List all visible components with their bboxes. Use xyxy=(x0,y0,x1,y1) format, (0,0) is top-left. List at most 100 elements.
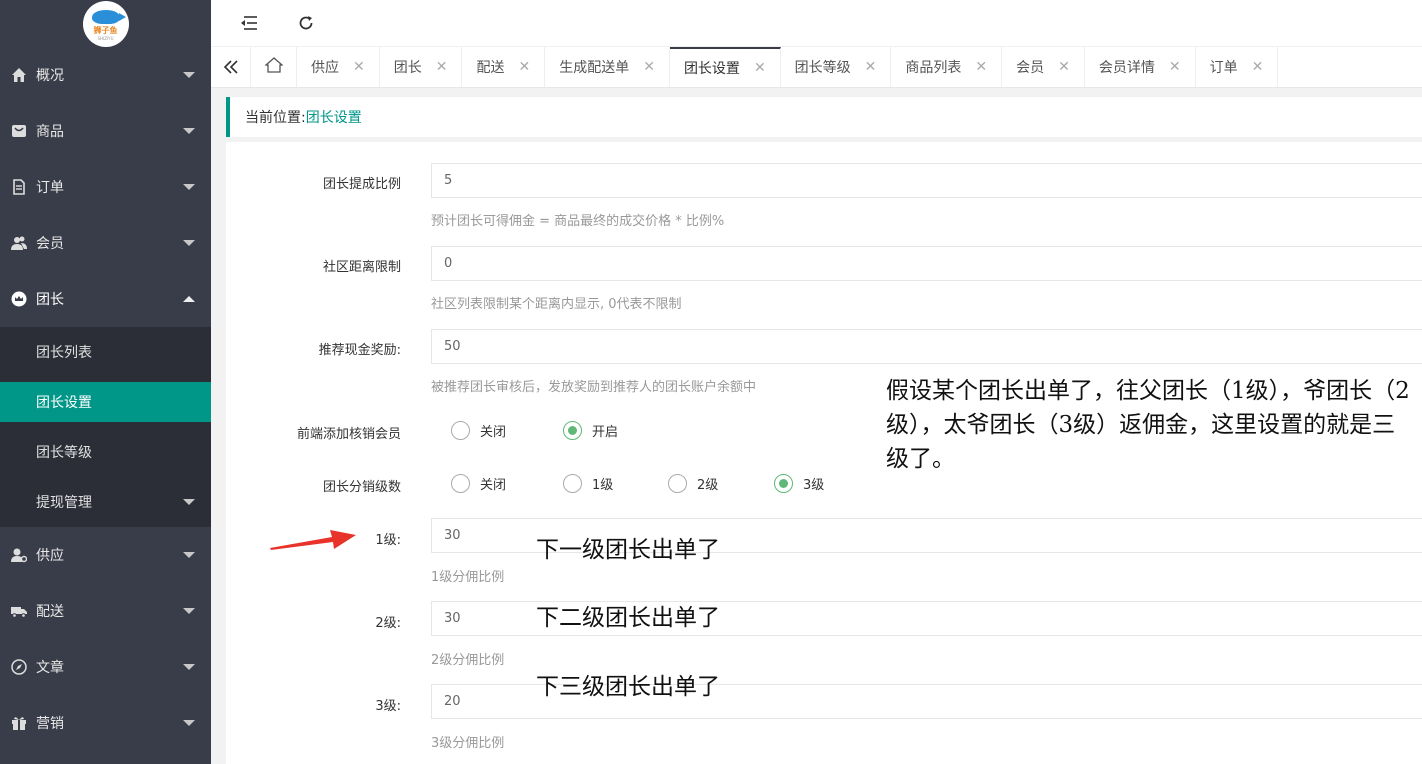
compass-icon xyxy=(10,658,28,676)
refresh-icon[interactable] xyxy=(295,12,317,34)
tab-leader-settings[interactable]: 团长设置 ✕ xyxy=(669,47,781,87)
chevron-down-icon xyxy=(183,664,195,670)
close-icon[interactable]: ✕ xyxy=(865,59,877,75)
close-icon[interactable]: ✕ xyxy=(1252,59,1264,75)
commission-rate-help: 预计团长可得佣金 = 商品最终的成交价格 * 比例% xyxy=(431,214,725,229)
sidebar-item-label: 配送 xyxy=(36,604,64,620)
close-icon[interactable]: ✕ xyxy=(436,59,448,75)
tab-orders[interactable]: 订单 ✕ xyxy=(1196,47,1279,87)
sidebar-item-goods[interactable]: 商品 xyxy=(0,103,211,159)
tab-members[interactable]: 会员 ✕ xyxy=(1002,47,1085,87)
distribution-levels-radio-3[interactable]: 3级 xyxy=(774,474,824,493)
sidebar-item-leader[interactable]: 团长 xyxy=(0,271,211,327)
close-icon[interactable]: ✕ xyxy=(1058,59,1070,75)
tab-delivery[interactable]: 配送 ✕ xyxy=(462,47,546,87)
tab-leader-levels[interactable]: 团长等级 ✕ xyxy=(781,47,892,87)
sidebar-subitem-label: 团长设置 xyxy=(36,395,92,411)
logo[interactable]: 狮子鱼 SHIZIYU xyxy=(82,0,129,47)
logo-area: 狮子鱼 SHIZIYU xyxy=(0,0,211,47)
breadcrumb-current[interactable]: 团长设置 xyxy=(306,107,362,127)
home-outline-icon xyxy=(263,57,284,77)
sidebar-item-label: 团长 xyxy=(36,292,64,308)
logo-sub: SHIZIYU xyxy=(97,36,114,41)
distribution-levels-radio-off[interactable]: 关闭 xyxy=(451,474,506,493)
annotation-main: 假设某个团长出单了，往父团长（1级），爷团长（2级），太爷团长（3级）返佣金，这… xyxy=(886,378,1410,472)
radio-circle xyxy=(451,474,470,493)
distance-limit-label: 社区距离限制 xyxy=(322,260,401,275)
referral-reward-input[interactable]: 50 xyxy=(431,329,1422,364)
sidebar-item-supply[interactable]: 供应 xyxy=(0,527,211,583)
tab-label: 团长设置 xyxy=(683,61,740,77)
chevron-down-icon xyxy=(183,608,195,614)
tab-label: 会员详情 xyxy=(1098,60,1155,76)
level2-label: 2级: xyxy=(375,616,401,631)
shopping-bag-icon xyxy=(10,122,28,140)
tab-goods-list[interactable]: 商品列表 ✕ xyxy=(891,47,1003,87)
close-icon[interactable]: ✕ xyxy=(353,59,365,75)
tab-label: 商品列表 xyxy=(905,60,962,76)
sidebar-subitem-leader-settings[interactable]: 团长设置 xyxy=(0,382,211,422)
sidebar-subitem-label: 团长等级 xyxy=(36,445,92,461)
collapse-menu-icon[interactable] xyxy=(238,12,260,34)
sidebar-item-label: 供应 xyxy=(36,548,64,564)
sidebar-item-label: 会员 xyxy=(36,236,64,252)
tab-supply[interactable]: 供应 ✕ xyxy=(297,47,380,87)
tab-label: 会员 xyxy=(1016,60,1045,76)
tab-label: 生成配送单 xyxy=(559,60,630,76)
fish-logo-icon xyxy=(91,10,126,24)
tab-create-delivery-order[interactable]: 生成配送单 ✕ xyxy=(545,47,670,87)
tab-scroll-left-button[interactable] xyxy=(211,47,251,87)
close-icon[interactable]: ✕ xyxy=(643,59,655,75)
distribution-levels-radio-1[interactable]: 1级 xyxy=(563,474,613,493)
distance-limit-input[interactable]: 0 xyxy=(431,246,1422,281)
top-header xyxy=(211,0,1422,47)
crown-icon xyxy=(10,290,28,308)
tab-member-detail[interactable]: 会员详情 ✕ xyxy=(1085,47,1196,87)
chevron-down-icon xyxy=(183,240,195,246)
sidebar-item-overview[interactable]: 概况 xyxy=(0,47,211,103)
radio-label: 1级 xyxy=(592,478,614,493)
close-icon[interactable]: ✕ xyxy=(754,60,766,76)
chevron-down-icon xyxy=(183,72,195,78)
sidebar-item-label: 概况 xyxy=(36,68,64,84)
radio-label: 3级 xyxy=(803,478,825,493)
sidebar-item-label: 商品 xyxy=(36,124,64,140)
sidebar-subitem-label: 提现管理 xyxy=(36,495,92,511)
tab-label: 供应 xyxy=(311,60,339,76)
radio-circle xyxy=(451,421,470,440)
logo-brand: 狮子鱼 xyxy=(93,26,118,35)
annotation-level1: 下一级团长出单了 xyxy=(536,537,720,563)
supplier-icon xyxy=(10,546,28,564)
sidebar-item-orders[interactable]: 订单 xyxy=(0,159,211,215)
sidebar-subitem-leader-list[interactable]: 团长列表 xyxy=(0,327,211,377)
sidebar-subitem-withdrawal[interactable]: 提现管理 xyxy=(0,477,211,527)
sidebar-subitem-label: 团长列表 xyxy=(36,345,92,361)
sidebar-subitem-leader-levels[interactable]: 团长等级 xyxy=(0,427,211,477)
frontend-verify-label: 前端添加核销会员 xyxy=(296,427,401,442)
sidebar-item-articles[interactable]: 文章 xyxy=(0,639,211,695)
frontend-verify-radio-on[interactable]: 开启 xyxy=(563,421,618,440)
distribution-levels-radio-2[interactable]: 2级 xyxy=(668,474,718,493)
leader-submenu: 团长列表 团长设置 团长等级 提现管理 xyxy=(0,327,211,527)
frontend-verify-radio-off[interactable]: 关闭 xyxy=(451,421,506,440)
level3-label: 3级: xyxy=(375,699,401,714)
sidebar-item-label: 订单 xyxy=(36,180,64,196)
commission-rate-input[interactable]: 5 xyxy=(431,163,1422,198)
close-icon[interactable]: ✕ xyxy=(1169,59,1181,75)
tab-home[interactable] xyxy=(251,47,297,87)
truck-icon xyxy=(10,602,28,620)
level3-help: 3级分佣比例 xyxy=(431,736,505,751)
close-icon[interactable]: ✕ xyxy=(518,59,530,75)
sidebar-item-members[interactable]: 会员 xyxy=(0,215,211,271)
distribution-levels-label: 团长分销级数 xyxy=(322,480,401,495)
tab-leader[interactable]: 团长 ✕ xyxy=(380,47,463,87)
sidebar-item-delivery[interactable]: 配送 xyxy=(0,583,211,639)
chevron-down-icon xyxy=(183,552,195,558)
level2-help: 2级分佣比例 xyxy=(431,653,505,668)
radio-circle xyxy=(563,421,582,440)
close-icon[interactable]: ✕ xyxy=(975,59,987,75)
home-icon xyxy=(10,66,28,84)
chevron-down-icon xyxy=(183,499,195,505)
sidebar-item-marketing[interactable]: 营销 xyxy=(0,695,211,751)
tab-bar: 供应 ✕ 团长 ✕ 配送 ✕ 生成配送单 ✕ 团长设置 ✕ 团长等级 ✕ 商品列表 ✕ 会员 ✕… xyxy=(211,47,1422,88)
